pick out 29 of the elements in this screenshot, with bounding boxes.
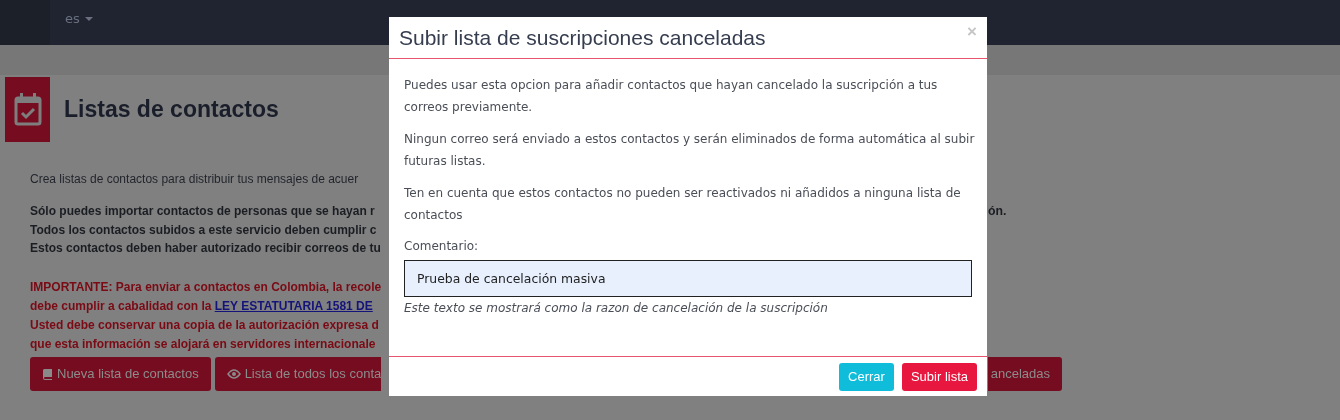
warning-text: que esta información se alojará en servidores internacionale [30,335,377,353]
list-button[interactable]: Lista de todos los conta [214,356,382,391]
notice-text: Estos contactos deben haber autorizado recibir correos de tu [30,240,382,257]
warning-text: Usted debe conservar una copia de la autorización expresa d [30,316,380,334]
book-icon [42,367,53,380]
comment-field[interactable]: Prueba de cancelación masiva [404,260,972,297]
law-link[interactable]: LEY ESTATUTARIA 1581 DE [214,298,373,313]
modal-paragraph: Puedes usar esta opcion para añadir contactos que hayan cancelado la suscripción a tus correos previamente. [404,77,939,116]
notice-text: Todos los contactos subidos a este servicio deben cumplir c [30,221,378,239]
warning-text: IMPORTANTE: Para enviar a contactos en Colombia, la recole [30,278,383,296]
field-label: Comentario: [404,238,480,255]
modal-paragraph: Ningun correo será enviado a estos contactos y serán eliminados de forma automática al subir futuras listas. [404,131,975,170]
warning-text: debe cumplir a cabalidad con la LEY ESTATUTARIA 1581 DE [30,297,374,315]
close-button[interactable]: Cerrar [839,362,894,391]
caret-icon [84,16,93,21]
language-dropdown[interactable]: es [50,0,93,45]
help-text: Este texto se mostrará como la razon de cancelación de la suscripción [404,300,829,317]
modal-paragraph: Ten en cuenta que estos contactos no pueden ser reactivados ni añadidos a ninguna lista de contactos [404,185,962,224]
notice-text: Sólo puedes importar contactos de personas que se hayan r [30,203,376,220]
upload-button[interactable]: Subir lista [901,362,977,391]
intro-text: Crea listas de contactos para distribuir tus mensajes de acuer [30,171,360,188]
modal-title: Subir lista de suscripciones canceladas [399,25,766,50]
list-button[interactable]: anceladas [988,356,1062,391]
page-title: Listas de contactos [64,95,279,123]
calendar-check-icon [5,76,50,142]
list-button[interactable]: Nueva lista de contactos [30,356,211,391]
language-label: es [65,11,80,26]
eye-icon [226,368,241,379]
notice-text: ón. [988,204,1007,218]
